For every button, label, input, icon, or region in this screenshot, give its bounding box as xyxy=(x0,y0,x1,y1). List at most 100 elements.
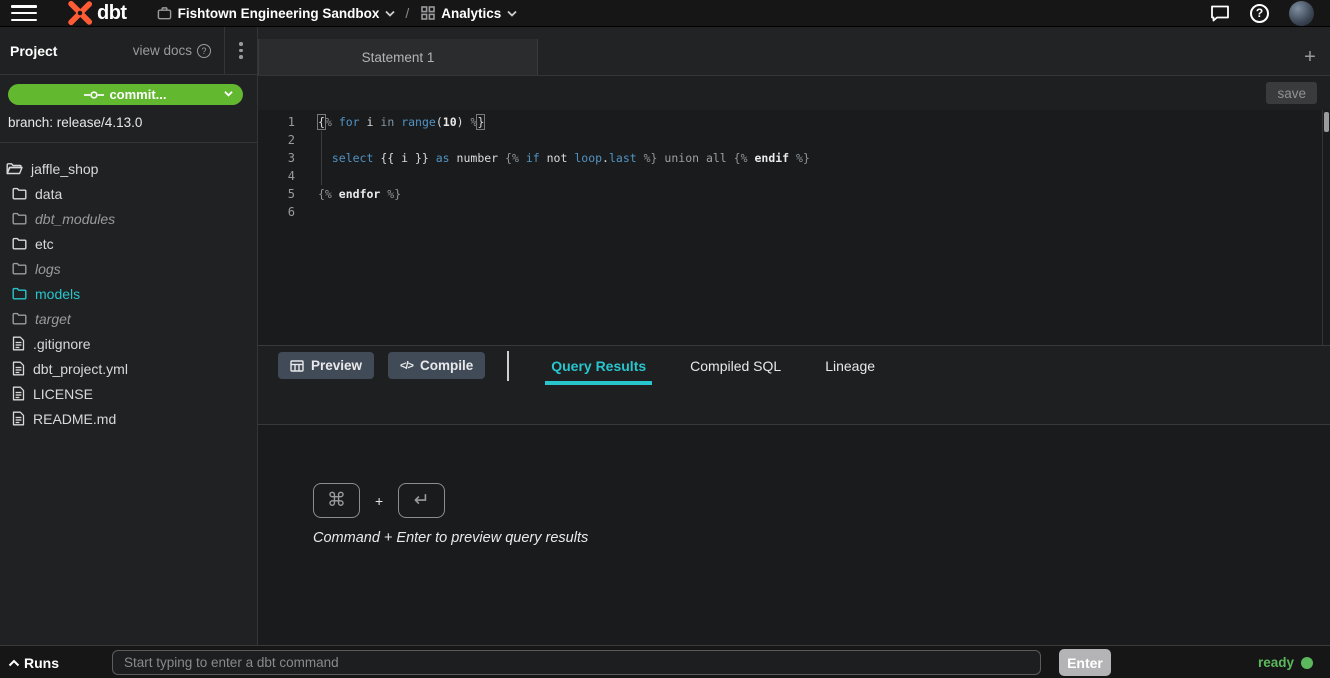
editor-scrollbar-thumb[interactable] xyxy=(1324,112,1329,132)
command-key-icon: ⌘ xyxy=(313,483,360,518)
view-docs-link[interactable]: view docs ? xyxy=(133,43,211,58)
dbt-command-input[interactable] xyxy=(112,650,1041,675)
code-line-3: select {{ i }} as number {% if not loop.… xyxy=(318,149,1318,167)
file-icon xyxy=(12,386,25,401)
main-area: Statement 1 + save 123456 {% for i in ra… xyxy=(258,27,1330,645)
folder-icon xyxy=(12,237,27,250)
tree-item-license[interactable]: LICENSE xyxy=(0,381,257,406)
shortcut-row: ⌘ + ↵ xyxy=(313,483,445,518)
preview-button-label: Preview xyxy=(311,358,362,373)
folder-icon xyxy=(12,312,27,325)
dbt-logo: dbt xyxy=(67,0,127,26)
code-icon: </> xyxy=(400,360,413,372)
tree-item-label: jaffle_shop xyxy=(31,161,98,177)
tab-compiled-sql[interactable]: Compiled SQL xyxy=(684,346,787,385)
tab-label: Compiled SQL xyxy=(690,358,781,374)
editor-toolbar: save xyxy=(258,76,1330,110)
code-line-2: ​ xyxy=(318,131,1318,149)
tree-item-etc[interactable]: etc xyxy=(0,231,257,256)
file-icon xyxy=(12,336,25,351)
line-number: 3 xyxy=(258,149,295,167)
tree-item-models[interactable]: models xyxy=(0,281,257,306)
folder-icon xyxy=(12,187,27,200)
results-content: ⌘ + ↵ Command + Enter to preview query r… xyxy=(258,425,1330,644)
tab-label: Statement 1 xyxy=(362,50,435,65)
tree-item-jaffle-shop[interactable]: jaffle_shop xyxy=(0,156,257,181)
editor-tab-strip: Statement 1 + xyxy=(258,27,1330,76)
runs-label: Runs xyxy=(24,655,59,671)
commit-section: commit... branch: release/4.13.0 xyxy=(0,75,257,143)
tab-label: Lineage xyxy=(825,358,875,374)
help-icon[interactable]: ? xyxy=(1250,4,1269,23)
project-selector[interactable]: Analytics xyxy=(421,6,517,21)
results-subbar xyxy=(258,385,1330,425)
chat-icon[interactable] xyxy=(1210,4,1230,23)
file-icon xyxy=(12,411,25,426)
chevron-down-icon xyxy=(507,10,517,17)
plus-separator: + xyxy=(375,493,383,509)
code-line-6: ​ xyxy=(318,203,1318,221)
runs-toggle[interactable]: Runs xyxy=(8,646,59,678)
topbar: dbt Fishtown Engineering Sandbox / Analy… xyxy=(0,0,1330,27)
enter-button[interactable]: Enter xyxy=(1059,649,1111,676)
tab-label: Query Results xyxy=(551,358,646,374)
tab-statement-1[interactable]: Statement 1 xyxy=(258,39,538,75)
new-tab-button[interactable]: + xyxy=(1298,45,1322,69)
code-line-1: {% for i in range(10) %} xyxy=(318,113,1318,131)
code-line-5: {% endfor %} xyxy=(318,185,1318,203)
tree-item--gitignore[interactable]: .gitignore xyxy=(0,331,257,356)
kebab-menu-icon[interactable] xyxy=(225,42,257,59)
chevron-up-icon xyxy=(8,659,20,667)
tree-item-target[interactable]: target xyxy=(0,306,257,331)
tree-item-label: dbt_project.yml xyxy=(33,361,128,377)
table-icon xyxy=(290,360,304,372)
tree-item-dbt-modules[interactable]: dbt_modules xyxy=(0,206,257,231)
commit-button-label: commit... xyxy=(109,87,166,102)
folder-icon xyxy=(12,287,27,300)
folder-icon xyxy=(12,212,27,225)
preview-button[interactable]: Preview xyxy=(278,352,374,379)
status-label: ready xyxy=(1258,655,1294,670)
folder-icon xyxy=(12,262,27,275)
status-dot xyxy=(1301,657,1313,669)
save-button[interactable]: save xyxy=(1266,82,1317,104)
view-docs-label: view docs xyxy=(133,43,192,58)
line-number: 5 xyxy=(258,185,295,203)
chevron-down-icon[interactable] xyxy=(224,90,233,97)
tree-item-label: README.md xyxy=(33,411,116,427)
tree-item-dbt-project-yml[interactable]: dbt_project.yml xyxy=(0,356,257,381)
compile-button[interactable]: </> Compile xyxy=(388,352,485,379)
commit-button[interactable]: commit... xyxy=(8,84,243,105)
sidebar-header: Project view docs ? xyxy=(0,27,257,75)
results-tabs: Query Results Compiled SQL Lineage xyxy=(545,346,913,385)
tree-item-readme-md[interactable]: README.md xyxy=(0,406,257,431)
workspace-name: Fishtown Engineering Sandbox xyxy=(178,6,380,21)
project-name: Analytics xyxy=(441,6,501,21)
tree-item-label: dbt_modules xyxy=(35,211,115,227)
sidebar-title: Project xyxy=(10,43,57,59)
git-commit-icon xyxy=(84,90,104,100)
code-editor[interactable]: 123456 {% for i in range(10) %}​ select … xyxy=(258,110,1330,345)
tree-item-logs[interactable]: logs xyxy=(0,256,257,281)
dbt-mark-icon xyxy=(67,0,93,26)
tab-lineage[interactable]: Lineage xyxy=(819,346,881,385)
editor-scrollbar xyxy=(1322,110,1330,345)
workspace-selector[interactable]: Fishtown Engineering Sandbox xyxy=(157,6,396,21)
tree-item-label: LICENSE xyxy=(33,386,93,402)
hamburger-menu-icon[interactable] xyxy=(11,5,37,21)
line-number: 4 xyxy=(258,167,295,185)
results-toolbar: Preview </> Compile Query Results Compile… xyxy=(258,345,1330,385)
line-number: 1 xyxy=(258,113,295,131)
tree-item-label: data xyxy=(35,186,62,202)
breadcrumb-separator: / xyxy=(405,5,409,21)
shortcut-hint-text: Command + Enter to preview query results xyxy=(313,530,588,546)
line-number: 2 xyxy=(258,131,295,149)
code-line-4: ​ xyxy=(318,167,1318,185)
tree-item-label: logs xyxy=(35,261,61,277)
avatar[interactable] xyxy=(1289,1,1314,26)
tree-item-data[interactable]: data xyxy=(0,181,257,206)
dbt-logo-text: dbt xyxy=(97,2,127,25)
editor-code[interactable]: {% for i in range(10) %}​ select {{ i }}… xyxy=(318,113,1318,221)
tab-query-results[interactable]: Query Results xyxy=(545,346,652,385)
briefcase-icon xyxy=(157,6,172,21)
